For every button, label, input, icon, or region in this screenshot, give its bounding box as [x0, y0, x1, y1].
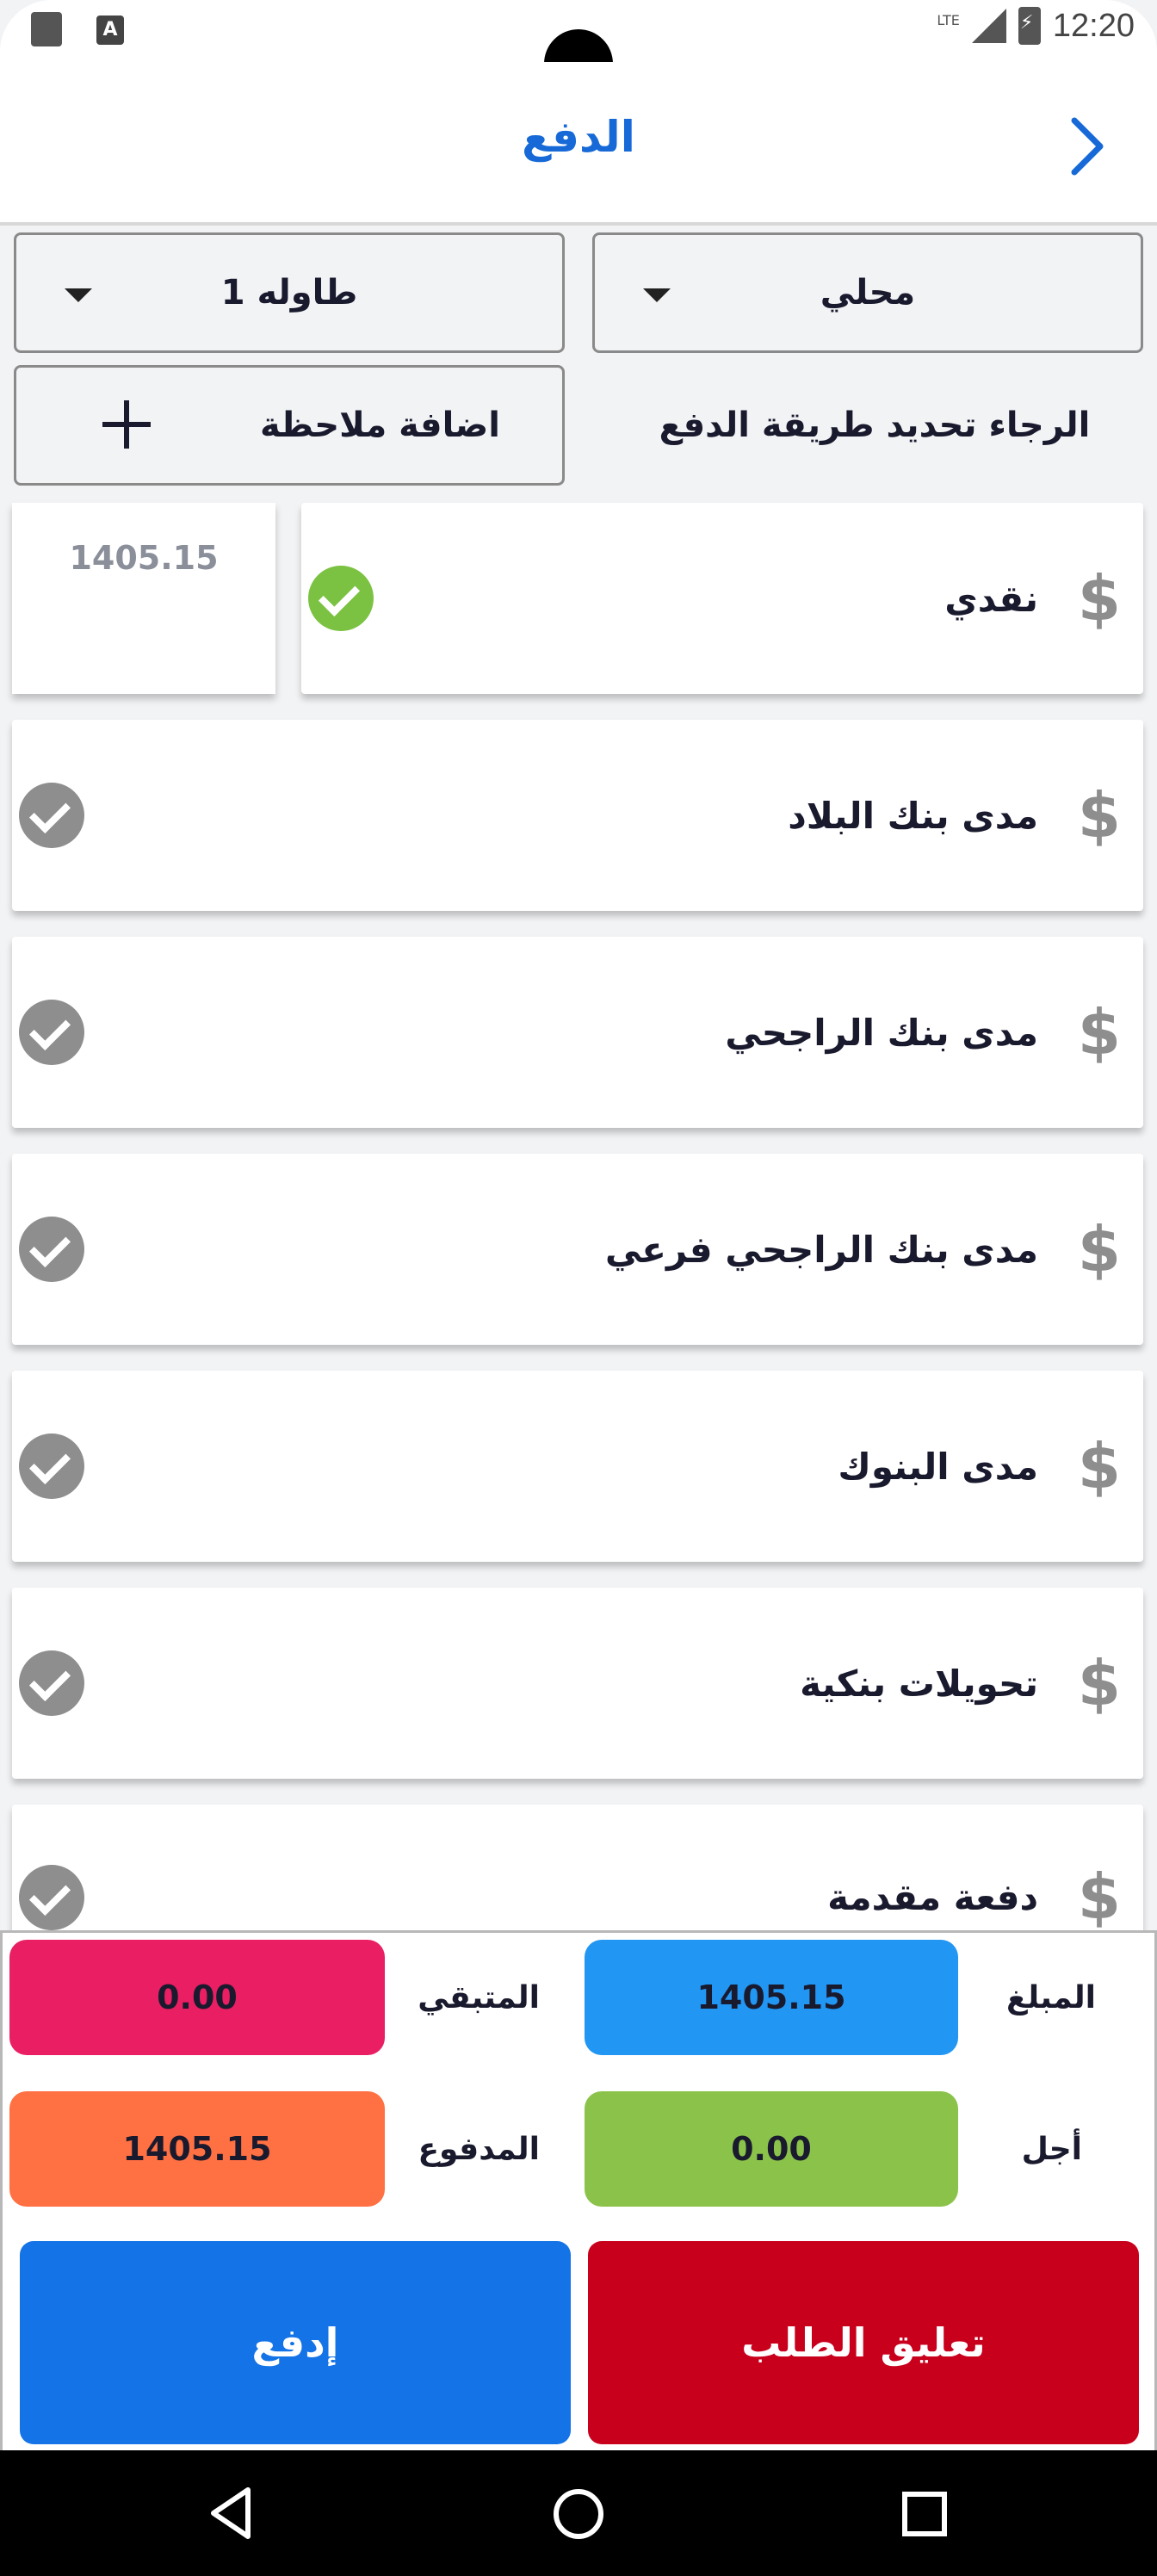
network-type: LTE: [937, 11, 960, 28]
cash-amount-field[interactable]: 1405.15: [12, 503, 275, 694]
signal-icon: [971, 9, 1006, 43]
dollar-icon: $: [1077, 996, 1121, 1068]
payment-method-banks[interactable]: $ مدى البنوك: [12, 1371, 1143, 1562]
app-bar: الدفع: [0, 62, 1157, 226]
paid-label: المدفوع: [418, 2131, 540, 2167]
dollar-icon: $: [1077, 779, 1121, 851]
check-circle-icon: [19, 1865, 84, 1930]
payment-method-prompt: الرجاء تحديد طريقة الدفع: [659, 406, 1091, 445]
pay-button[interactable]: إدفع: [20, 2241, 571, 2444]
amount-label: المبلغ: [1006, 1979, 1096, 2016]
dollar-icon: $: [1077, 1213, 1121, 1285]
payment-method-alrajhi-branch[interactable]: $ مدى بنك الراجحي فرعي: [12, 1154, 1143, 1345]
status-right-icons: LTE 12:20: [937, 7, 1135, 45]
deferred-label: أجل: [1021, 2131, 1082, 2167]
payment-summary-panel: المبلغ 1405.15 المتبقي 0.00 أجل 0.00 الم…: [0, 1930, 1157, 2450]
battery-charging-icon: [1018, 7, 1041, 45]
system-nav-bar: [0, 2450, 1157, 2576]
payment-method-label: مدى بنك البلاد: [788, 794, 1038, 837]
payment-method-alrajhi[interactable]: $ مدى بنك الراجحي: [12, 937, 1143, 1128]
check-circle-icon: [19, 1217, 84, 1282]
dollar-icon: $: [1077, 1647, 1121, 1719]
payment-method-label: مدى بنك الراجحي فرعي: [604, 1228, 1038, 1271]
paid-value: 1405.15: [9, 2091, 385, 2207]
plus-icon: [102, 400, 151, 449]
chevron-right-icon: [1071, 117, 1104, 176]
check-circle-icon: [308, 566, 374, 631]
payment-method-bank-transfer[interactable]: $ تحويلات بنكية: [12, 1588, 1143, 1779]
deferred-value[interactable]: 0.00: [585, 2091, 958, 2207]
add-note-label: اضافة ملاحظة: [260, 406, 500, 445]
check-circle-icon: [19, 1650, 84, 1716]
dollar-icon: $: [1077, 1430, 1121, 1502]
payment-method-label: تحويلات بنكية: [800, 1662, 1038, 1705]
page-title: الدفع: [522, 112, 635, 162]
order-type-value: محلي: [820, 273, 916, 313]
back-button[interactable]: [1062, 112, 1114, 181]
payment-method-label: مدى البنوك: [838, 1445, 1038, 1488]
status-time: 12:20: [1052, 7, 1135, 44]
check-circle-icon: [19, 783, 84, 848]
amount-value: 1405.15: [585, 1940, 958, 2055]
sd-card-icon: [31, 12, 62, 46]
status-left-icons: A: [31, 12, 124, 46]
payment-method-label: مدى بنك الراجحي: [725, 1011, 1038, 1054]
payment-method-albilad[interactable]: $ مدى بنك البلاد: [12, 720, 1143, 911]
dropdown-arrow-icon: [643, 288, 671, 302]
cash-amount-value: 1405.15: [69, 539, 219, 577]
table-value: طاوله 1: [220, 273, 358, 313]
nav-recents-icon[interactable]: [900, 2490, 949, 2538]
remaining-label: المتبقي: [418, 1979, 540, 2016]
nav-back-icon[interactable]: [207, 2485, 258, 2542]
remaining-value: 0.00: [9, 1940, 385, 2055]
nav-home-icon[interactable]: [551, 2486, 606, 2542]
add-note-button[interactable]: اضافة ملاحظة: [14, 365, 565, 486]
notification-icon: A: [96, 15, 124, 45]
dollar-icon: $: [1077, 562, 1121, 635]
payment-method-cash[interactable]: $ نقدي: [301, 503, 1143, 694]
table-dropdown[interactable]: طاوله 1: [14, 232, 565, 353]
check-circle-icon: [19, 1434, 84, 1499]
order-type-dropdown[interactable]: محلي: [592, 232, 1143, 353]
status-bar: A LTE 12:20: [0, 0, 1157, 98]
dropdown-arrow-icon: [65, 288, 92, 302]
check-circle-icon: [19, 1000, 84, 1065]
suspend-order-button[interactable]: تعليق الطلب: [588, 2241, 1139, 2444]
payment-method-label: نقدي: [944, 577, 1038, 620]
